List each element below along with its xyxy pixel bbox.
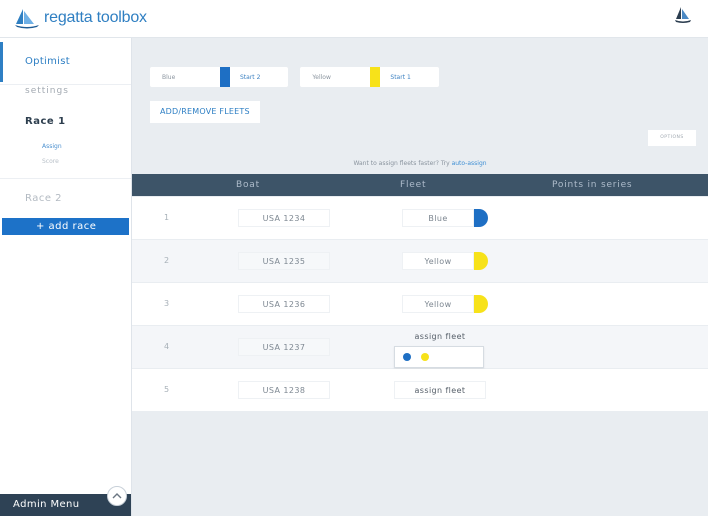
admin-menu-toggle[interactable]: [107, 486, 127, 506]
table-header: Boat Fleet Points in series: [132, 174, 708, 196]
top-bar: regatta toolbox: [0, 0, 708, 38]
row-number: 1: [164, 213, 170, 222]
boat-name: USA 1234: [238, 209, 330, 227]
row-number: 3: [164, 299, 170, 308]
table-row: 4 USA 1237 assign fleet: [132, 326, 708, 368]
fleet-option-yellow[interactable]: [421, 353, 429, 361]
add-race-button[interactable]: + add race: [2, 218, 129, 235]
add-remove-fleets-button[interactable]: ADD/REMOVE FLEETS: [150, 101, 260, 123]
fleet-tag[interactable]: Yellow: [402, 252, 488, 270]
fleet-label: Yellow: [402, 252, 474, 270]
sidebar: Optimist settings Race 1 Assign Score Ra…: [0, 38, 132, 516]
fleet-list: Blue Start 2 Yellow Start 1: [150, 67, 451, 87]
row-number: 5: [164, 385, 170, 394]
sidebar-class-optimist[interactable]: Optimist: [0, 42, 131, 82]
sidebar-item-settings[interactable]: settings: [0, 86, 131, 104]
brand-name: regatta toolbox: [44, 9, 147, 26]
sail-icon: [675, 7, 691, 23]
options-button[interactable]: OPTIONS: [648, 130, 696, 146]
fleet-start[interactable]: Start 2: [230, 74, 288, 81]
sidebar-subitem-score[interactable]: Score: [0, 158, 131, 165]
column-header-boat: Boat: [236, 180, 260, 190]
divider: [0, 84, 131, 85]
fleet-tag[interactable]: Blue: [402, 209, 488, 227]
account-logo-icon[interactable]: [672, 6, 694, 32]
fleet-name[interactable]: Blue: [150, 74, 220, 81]
fleet-color-swatch: [370, 67, 381, 87]
assign-fleet-label[interactable]: assign fleet: [394, 328, 486, 346]
boat-name: USA 1237: [238, 338, 330, 356]
assign-fleet-button[interactable]: assign fleet: [394, 381, 486, 399]
sidebar-subitem-assign[interactable]: Assign: [0, 143, 131, 150]
fleet-chip-blue[interactable]: Blue Start 2: [150, 67, 289, 87]
fleet-label: Yellow: [402, 295, 474, 313]
fleet-label: Blue: [402, 209, 474, 227]
fleet-color-swatch: [220, 67, 230, 87]
fleet-chip-yellow[interactable]: Yellow Start 1: [300, 67, 439, 87]
table-row: 2 USA 1235 Yellow: [132, 240, 708, 282]
boat-name: USA 1236: [238, 295, 330, 313]
column-header-points: Points in series: [552, 180, 633, 190]
boat-name: USA 1235: [238, 252, 330, 270]
hint-text: Want to assign fleets faster? Try: [353, 160, 450, 167]
fleet-color-tab: [474, 252, 488, 270]
auto-assign-hint: Want to assign fleets faster? Try auto-a…: [132, 160, 708, 167]
sailboat-logo-icon: [15, 9, 39, 29]
sidebar-item-race-1[interactable]: Race 1: [0, 116, 131, 136]
column-header-fleet: Fleet: [400, 180, 427, 190]
fleet-tag[interactable]: Yellow: [402, 295, 488, 313]
fleet-start[interactable]: Start 1: [380, 74, 438, 81]
auto-assign-link[interactable]: auto-assign: [452, 160, 487, 167]
brand[interactable]: regatta toolbox: [14, 7, 147, 29]
table-row: 5 USA 1238 assign fleet: [132, 369, 708, 411]
row-number: 2: [164, 256, 170, 265]
fleet-color-tab: [474, 295, 488, 313]
fleet-name[interactable]: Yellow: [300, 74, 370, 81]
chevron-up-icon: [112, 493, 122, 499]
boat-name: USA 1238: [238, 381, 330, 399]
table-row: 3 USA 1236 Yellow: [132, 283, 708, 325]
divider: [0, 178, 131, 179]
fleet-option-blue[interactable]: [403, 353, 411, 361]
row-number: 4: [164, 342, 170, 351]
sidebar-item-race-2[interactable]: Race 2: [0, 193, 131, 204]
table-row: 1 USA 1234 Blue: [132, 197, 708, 239]
fleet-picker: [394, 346, 484, 368]
fleet-color-tab: [474, 209, 488, 227]
